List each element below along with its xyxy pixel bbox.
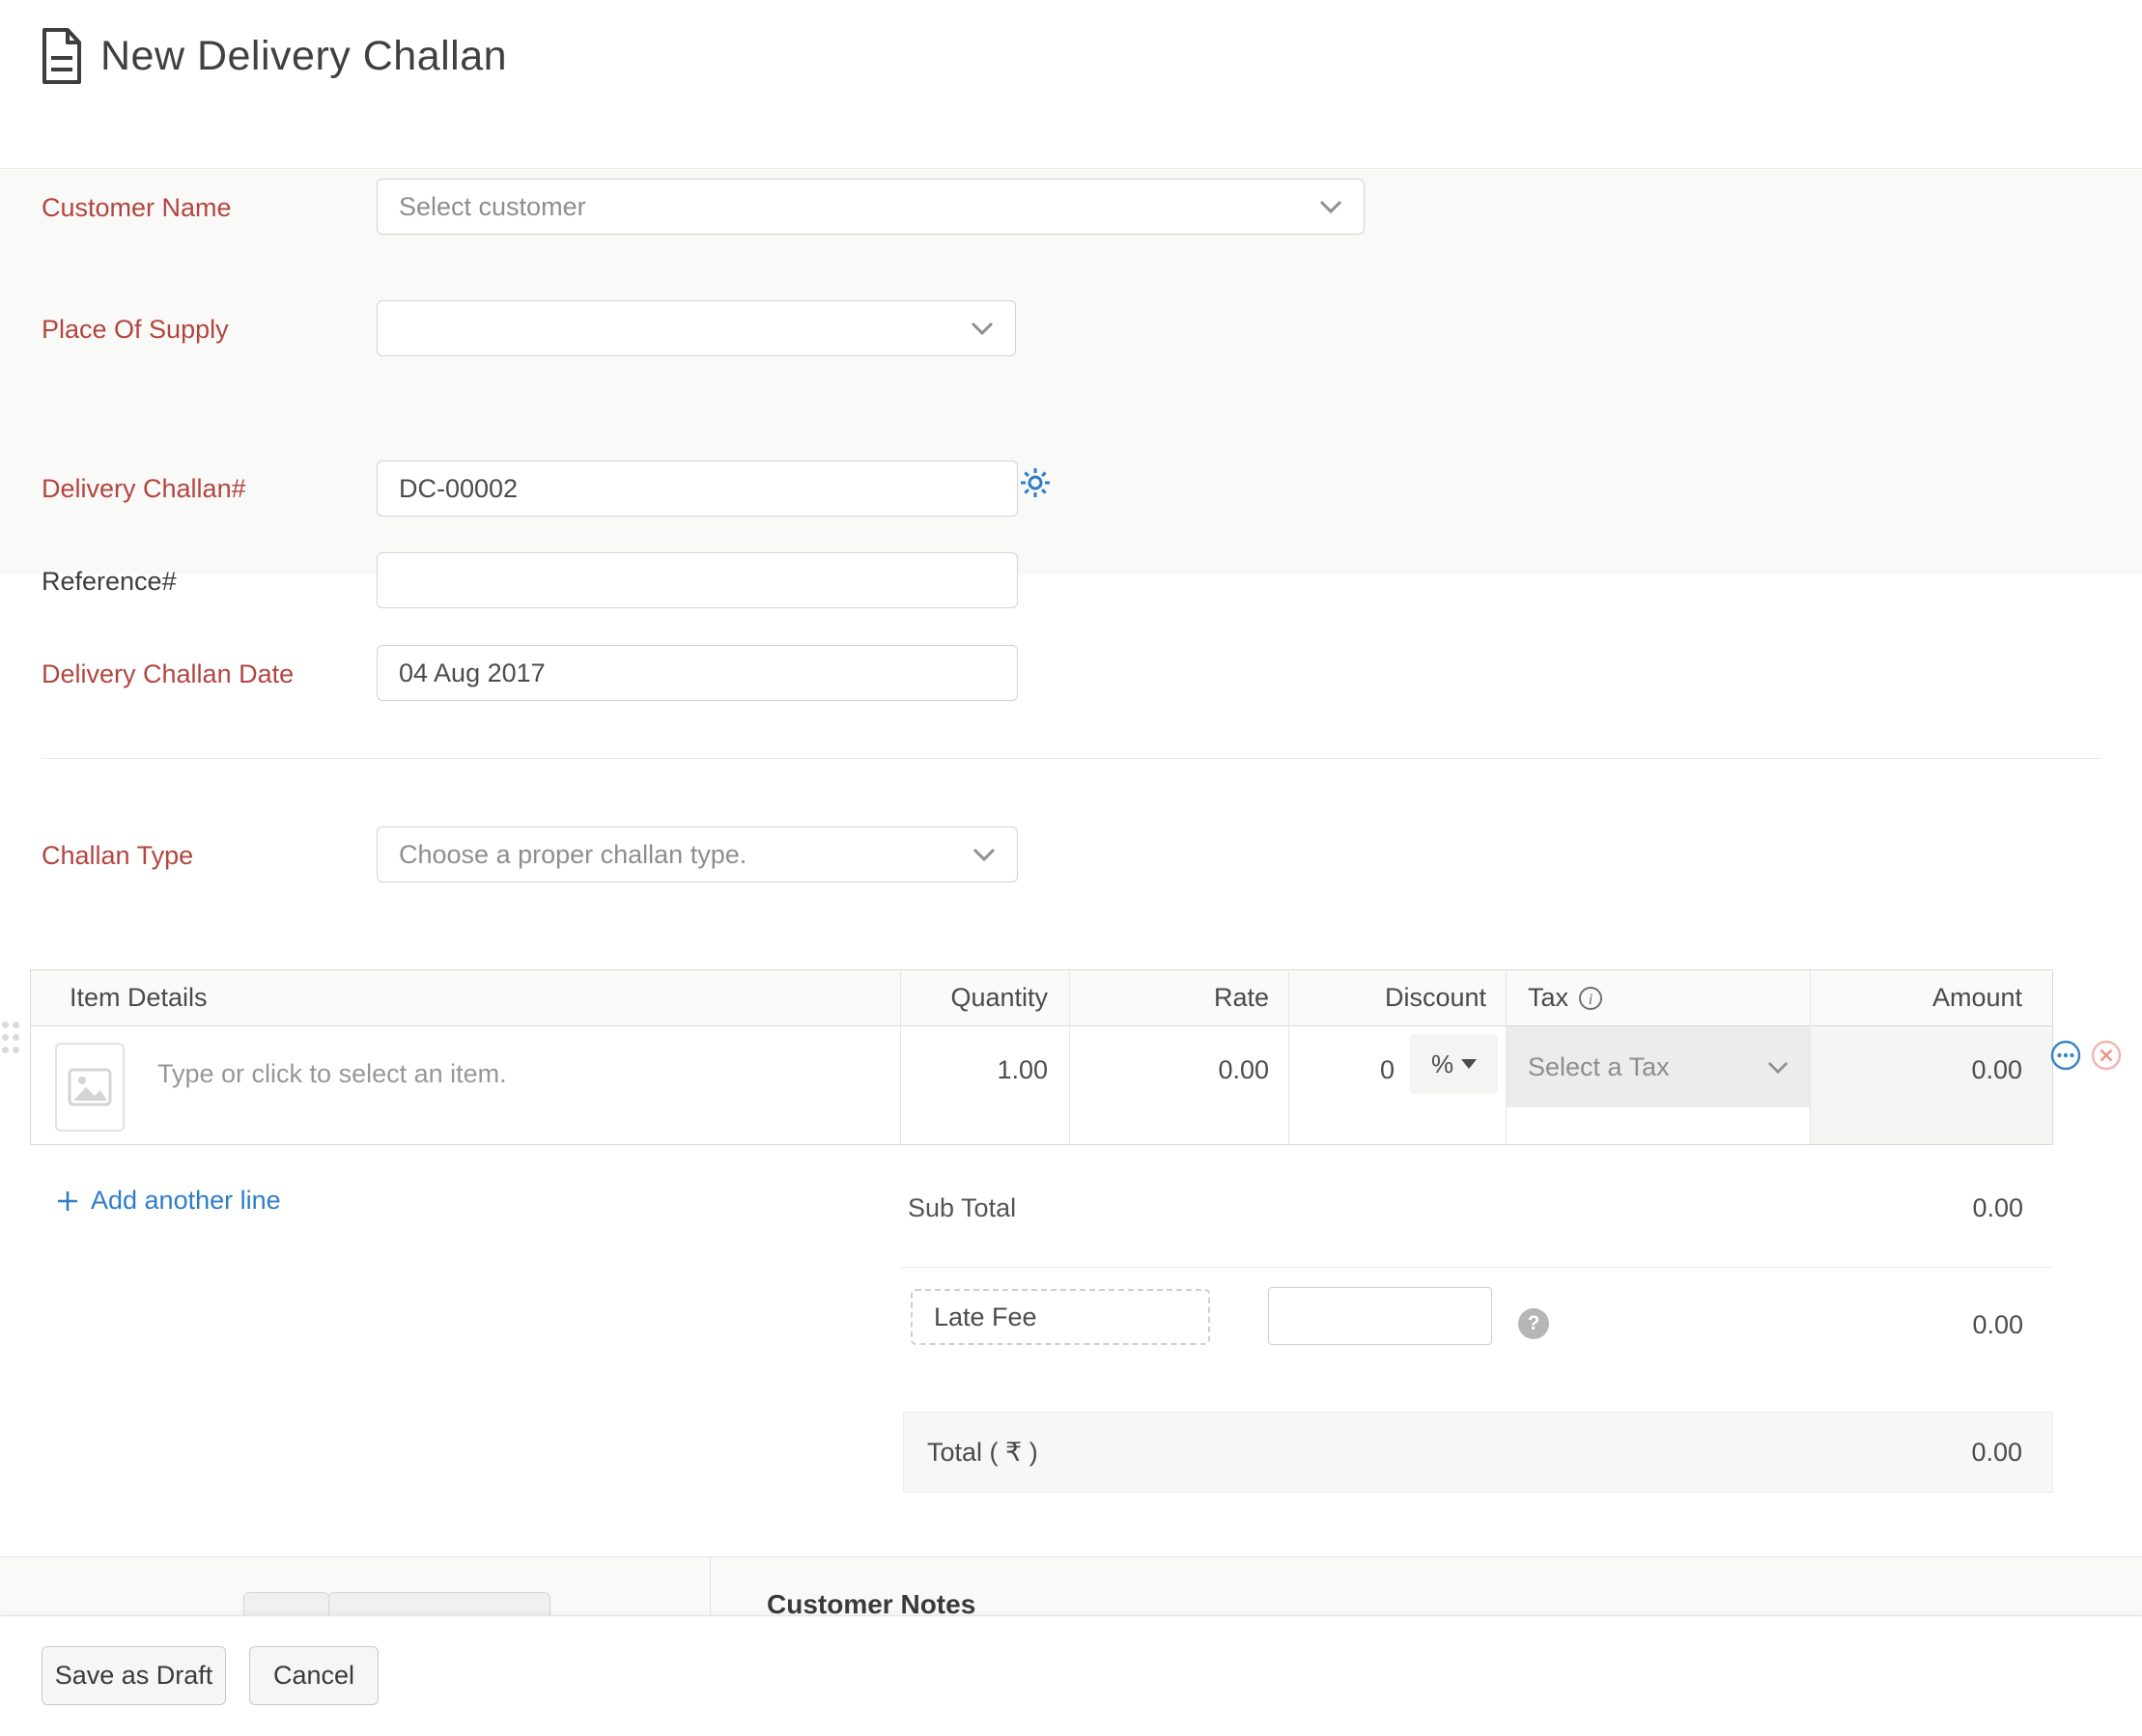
- col-header-rate: Rate: [1069, 970, 1288, 1026]
- late-fee-help-icon[interactable]: ?: [1518, 1308, 1549, 1339]
- row-more-options-icon[interactable]: [2050, 1040, 2081, 1071]
- delivery-challan-date-input[interactable]: [377, 645, 1018, 701]
- vertical-divider: [710, 1557, 711, 1615]
- place-of-supply-select[interactable]: [377, 300, 1016, 356]
- late-fee-input[interactable]: [1268, 1287, 1492, 1345]
- sub-total-value: 0.00: [1972, 1193, 2023, 1223]
- document-icon: [39, 27, 85, 85]
- challan-type-select[interactable]: Choose a proper challan type.: [377, 826, 1018, 882]
- discount-unit-label: %: [1431, 1050, 1453, 1079]
- page-title: New Delivery Challan: [100, 33, 507, 80]
- late-fee-button[interactable]: Late Fee: [911, 1289, 1210, 1345]
- item-select-placeholder[interactable]: Type or click to select an item.: [157, 1059, 507, 1089]
- chevron-down-icon: [972, 848, 996, 861]
- tax-select-placeholder: Select a Tax: [1528, 1052, 1670, 1082]
- item-table-header-row: Item Details Quantity Rate Discount Tax …: [31, 970, 2052, 1026]
- add-another-line-link[interactable]: Add another line: [56, 1186, 281, 1216]
- total-label: Total ( ₹ ): [927, 1438, 1038, 1468]
- customer-notes-label: Customer Notes: [767, 1589, 975, 1615]
- caret-down-icon: [1461, 1059, 1477, 1069]
- chevron-down-icon: [1767, 1061, 1789, 1074]
- new-delivery-challan-page: New Delivery Challan Customer Name Selec…: [0, 0, 2142, 1736]
- tax-select[interactable]: Select a Tax: [1507, 1026, 1810, 1107]
- item-details-cell[interactable]: Type or click to select an item.: [31, 1026, 900, 1144]
- tax-info-icon[interactable]: i: [1578, 986, 1603, 1011]
- customer-name-label: Customer Name: [42, 193, 232, 223]
- help-glyph: ?: [1528, 1312, 1540, 1335]
- customer-select-placeholder: Select customer: [399, 192, 586, 222]
- add-another-line-label: Add another line: [91, 1186, 281, 1216]
- cancel-button[interactable]: Cancel: [249, 1646, 379, 1705]
- item-row: Type or click to select an item. 1.00 0.…: [31, 1026, 2052, 1144]
- item-image-placeholder[interactable]: [55, 1043, 125, 1132]
- challan-type-placeholder: Choose a proper challan type.: [399, 840, 747, 870]
- late-fee-value: 0.00: [1972, 1310, 2023, 1340]
- tax-cell: Select a Tax: [1506, 1026, 1810, 1144]
- place-of-supply-label: Place Of Supply: [42, 315, 229, 345]
- chevron-down-icon: [1319, 200, 1342, 213]
- total-row: Total ( ₹ ) 0.00: [903, 1412, 2053, 1493]
- svg-text:i: i: [1589, 992, 1592, 1008]
- partial-control-segment[interactable]: [243, 1592, 329, 1615]
- sub-total-label: Sub Total: [908, 1193, 1016, 1223]
- col-header-item-details: Item Details: [31, 970, 900, 1026]
- challan-number-settings-gear-icon[interactable]: [1019, 466, 1052, 499]
- page-header: New Delivery Challan: [0, 0, 2142, 169]
- col-header-quantity: Quantity: [900, 970, 1069, 1026]
- row-delete-icon[interactable]: [2091, 1040, 2122, 1071]
- rate-cell[interactable]: 0.00: [1069, 1026, 1288, 1144]
- totals-divider: [901, 1267, 2053, 1268]
- col-header-tax: Tax i: [1506, 970, 1810, 1026]
- customer-select[interactable]: Select customer: [377, 179, 1365, 235]
- delivery-challan-number-label: Delivery Challan#: [42, 474, 246, 504]
- reference-number-input[interactable]: [377, 552, 1018, 608]
- reference-number-label: Reference#: [42, 567, 177, 597]
- amount-cell: 0.00: [1810, 1026, 2052, 1144]
- quantity-value[interactable]: 1.00: [997, 1055, 1048, 1085]
- item-table: Item Details Quantity Rate Discount Tax …: [30, 969, 2053, 1145]
- notes-section-partial: Customer Notes: [0, 1556, 2142, 1615]
- amount-value: 0.00: [1971, 1055, 2022, 1085]
- delivery-challan-date-label: Delivery Challan Date: [42, 659, 294, 689]
- tax-header-label: Tax: [1528, 983, 1568, 1013]
- footer-bar: Save as Draft Cancel: [0, 1615, 2142, 1736]
- plus-icon: [56, 1190, 79, 1213]
- row-drag-handle[interactable]: [2, 1022, 19, 1053]
- chevron-down-icon: [971, 322, 994, 335]
- row-actions: [2050, 1040, 2122, 1071]
- discount-cell[interactable]: 0 %: [1288, 1026, 1506, 1144]
- save-as-draft-button[interactable]: Save as Draft: [42, 1646, 226, 1705]
- total-value: 0.00: [1971, 1438, 2022, 1468]
- discount-unit-dropdown[interactable]: %: [1410, 1034, 1498, 1094]
- challan-type-label: Challan Type: [42, 841, 193, 871]
- col-header-amount: Amount: [1810, 970, 2052, 1026]
- quantity-cell[interactable]: 1.00: [900, 1026, 1069, 1144]
- late-fee-label: Late Fee: [934, 1302, 1037, 1332]
- section-divider: [42, 758, 2100, 759]
- col-header-discount: Discount: [1288, 970, 1506, 1026]
- delivery-challan-number-input[interactable]: [377, 461, 1018, 517]
- partial-control-segment[interactable]: [328, 1592, 550, 1615]
- image-icon: [68, 1068, 112, 1106]
- rate-value[interactable]: 0.00: [1218, 1055, 1269, 1085]
- discount-value[interactable]: 0: [1380, 1055, 1395, 1085]
